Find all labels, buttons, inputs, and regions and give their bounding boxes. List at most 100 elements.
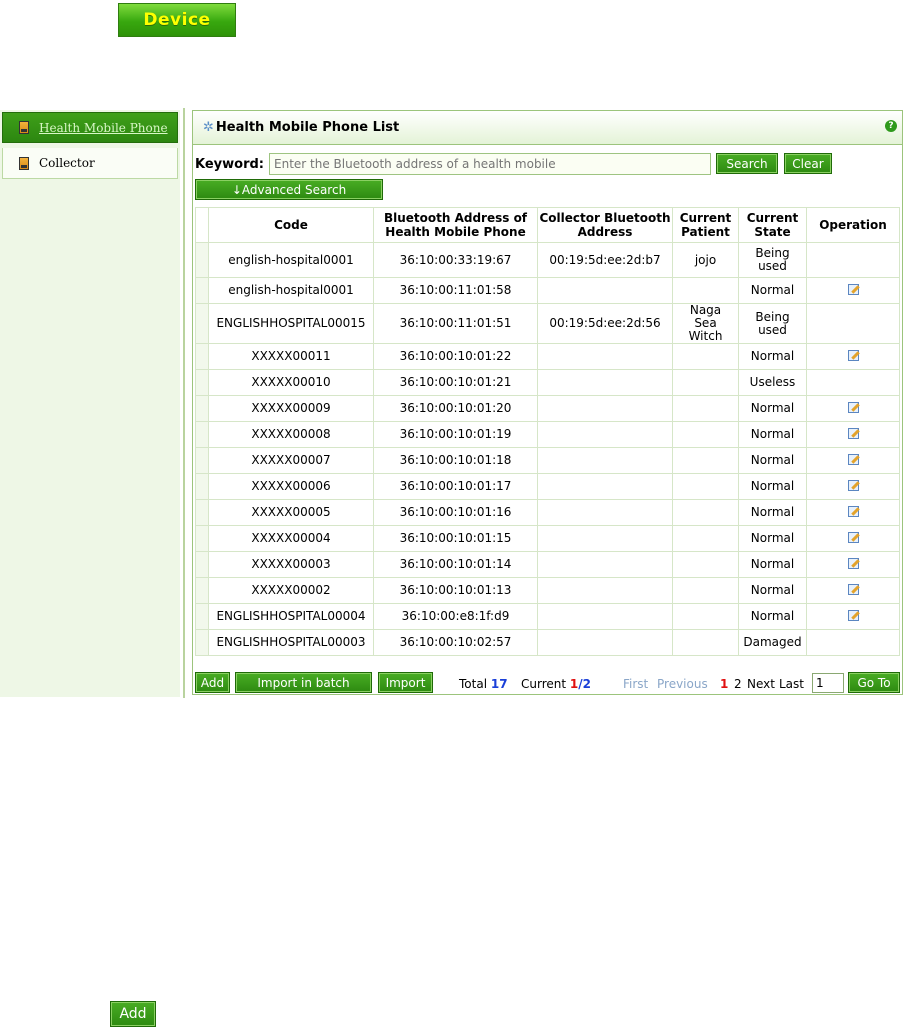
cell-operation [806, 242, 900, 278]
help-icon[interactable]: ? [885, 120, 897, 132]
edit-icon[interactable] [847, 557, 859, 569]
first-link[interactable]: First [623, 677, 648, 691]
cell-current-patient [672, 525, 739, 552]
edit-icon[interactable] [847, 505, 859, 517]
row-marker [195, 421, 209, 448]
table-row: ENGLISHHOSPITAL00003 36:10:00:10:02:57 Dam… [195, 629, 900, 656]
row-marker [195, 395, 209, 422]
edit-icon[interactable] [847, 283, 859, 295]
add-button[interactable]: Add [195, 672, 230, 693]
device-tab[interactable]: Device [118, 3, 236, 37]
cell-current-state: Normal [738, 395, 807, 422]
cell-bluetooth-address: 36:10:00:10:01:20 [373, 395, 538, 422]
cell-current-patient: Naga Sea Witch [672, 303, 739, 344]
cell-bluetooth-address: 36:10:00:10:01:13 [373, 577, 538, 604]
phone-icon [19, 156, 29, 170]
edit-icon[interactable] [847, 583, 859, 595]
cell-collector-address [537, 343, 673, 370]
cell-operation [806, 277, 900, 304]
edit-icon[interactable] [847, 349, 859, 361]
cell-operation [806, 395, 900, 422]
cell-collector-address [537, 369, 673, 396]
sidebar: Health Mobile Phone Collector [0, 110, 180, 697]
row-marker [195, 369, 209, 396]
col-collector-address[interactable]: Collector Bluetooth Address [537, 207, 673, 243]
page-1-link[interactable]: 1 [720, 677, 728, 691]
cell-collector-address [537, 629, 673, 656]
clear-button[interactable]: Clear [784, 153, 832, 174]
cell-current-patient [672, 343, 739, 370]
table-row: XXXXX00011 36:10:00:10:01:22 Normal [195, 343, 900, 370]
cell-code: XXXXX00011 [208, 343, 374, 370]
cell-collector-address [537, 551, 673, 578]
edit-icon[interactable] [847, 531, 859, 543]
cell-current-state: Normal [738, 499, 807, 526]
edit-icon[interactable] [847, 453, 859, 465]
cell-collector-address: 00:19:5d:ee:2d:56 [537, 303, 673, 344]
row-marker-header [195, 207, 209, 243]
gear-icon: ✲ [203, 120, 214, 135]
cell-collector-address [537, 577, 673, 604]
sidebar-item-label: Health Mobile Phone [39, 120, 168, 135]
cell-code: ENGLISHHOSPITAL00003 [208, 629, 374, 656]
edit-icon[interactable] [847, 401, 859, 413]
col-bluetooth-address[interactable]: Bluetooth Address of Health Mobile Phone [373, 207, 538, 243]
cell-current-state: Normal [738, 343, 807, 370]
current-page-indicator: Current 1/2 [521, 677, 591, 691]
table-row: XXXXX00004 36:10:00:10:01:15 Normal [195, 525, 900, 552]
col-current-state[interactable]: Current State [738, 207, 807, 243]
current-label: Current [521, 677, 567, 691]
cell-current-state: Normal [738, 525, 807, 552]
cell-code: XXXXX00007 [208, 447, 374, 474]
row-marker [195, 603, 209, 630]
import-batch-button[interactable]: Import in batch [235, 672, 372, 693]
search-button[interactable]: Search [716, 153, 778, 174]
cell-bluetooth-address: 36:10:00:e8:1f:d9 [373, 603, 538, 630]
col-code[interactable]: Code [208, 207, 374, 243]
edit-icon[interactable] [847, 609, 859, 621]
cell-bluetooth-address: 36:10:00:10:01:19 [373, 421, 538, 448]
cell-bluetooth-address: 36:10:00:33:19:67 [373, 242, 538, 278]
table-row: XXXXX00003 36:10:00:10:01:14 Normal [195, 551, 900, 578]
next-link[interactable]: Next [747, 677, 775, 691]
phone-list-panel: ✲ Health Mobile Phone List ? Keyword: Se… [192, 110, 903, 695]
edit-icon[interactable] [847, 479, 859, 491]
page-2-link[interactable]: 2 [734, 677, 742, 691]
cell-code: ENGLISHHOSPITAL00015 [208, 303, 374, 344]
go-to-button[interactable]: Go To [848, 672, 900, 693]
cell-operation [806, 603, 900, 630]
advanced-search-button[interactable]: ↓Advanced Search [195, 179, 383, 200]
cell-current-state: Normal [738, 421, 807, 448]
row-marker [195, 551, 209, 578]
page-number-input[interactable] [812, 673, 844, 693]
sidebar-item-collector[interactable]: Collector [2, 148, 178, 179]
search-input[interactable] [269, 153, 711, 175]
add-button-bottom[interactable]: Add [110, 1001, 156, 1027]
panel-title: Health Mobile Phone List [215, 120, 400, 135]
previous-link[interactable]: Previous [657, 677, 708, 691]
row-marker [195, 499, 209, 526]
table-row: ENGLISHHOSPITAL00015 36:10:00:11:01:51 00:… [195, 303, 900, 344]
cell-current-state: Damaged [738, 629, 807, 656]
cell-operation [806, 525, 900, 552]
keyword-label: Keyword: [195, 157, 264, 172]
cell-collector-address [537, 473, 673, 500]
cell-operation [806, 369, 900, 396]
table-footer: Add Import in batch Import Total 17 Curr… [193, 672, 902, 694]
cell-code: english-hospital0001 [208, 242, 374, 278]
cell-collector-address [537, 421, 673, 448]
cell-current-patient [672, 473, 739, 500]
cell-bluetooth-address: 36:10:00:10:01:17 [373, 473, 538, 500]
cell-bluetooth-address: 36:10:00:10:01:15 [373, 525, 538, 552]
sidebar-item-health-mobile-phone[interactable]: Health Mobile Phone [2, 112, 178, 143]
cell-collector-address [537, 447, 673, 474]
import-button[interactable]: Import [378, 672, 433, 693]
col-current-patient[interactable]: Current Patient [672, 207, 739, 243]
total-count: Total 17 [459, 677, 508, 691]
edit-icon[interactable] [847, 427, 859, 439]
cell-collector-address [537, 603, 673, 630]
cell-bluetooth-address: 36:10:00:10:02:57 [373, 629, 538, 656]
cell-collector-address [537, 277, 673, 304]
last-link[interactable]: Last [779, 677, 804, 691]
table-row: XXXXX00010 36:10:00:10:01:21 Useless [195, 369, 900, 396]
